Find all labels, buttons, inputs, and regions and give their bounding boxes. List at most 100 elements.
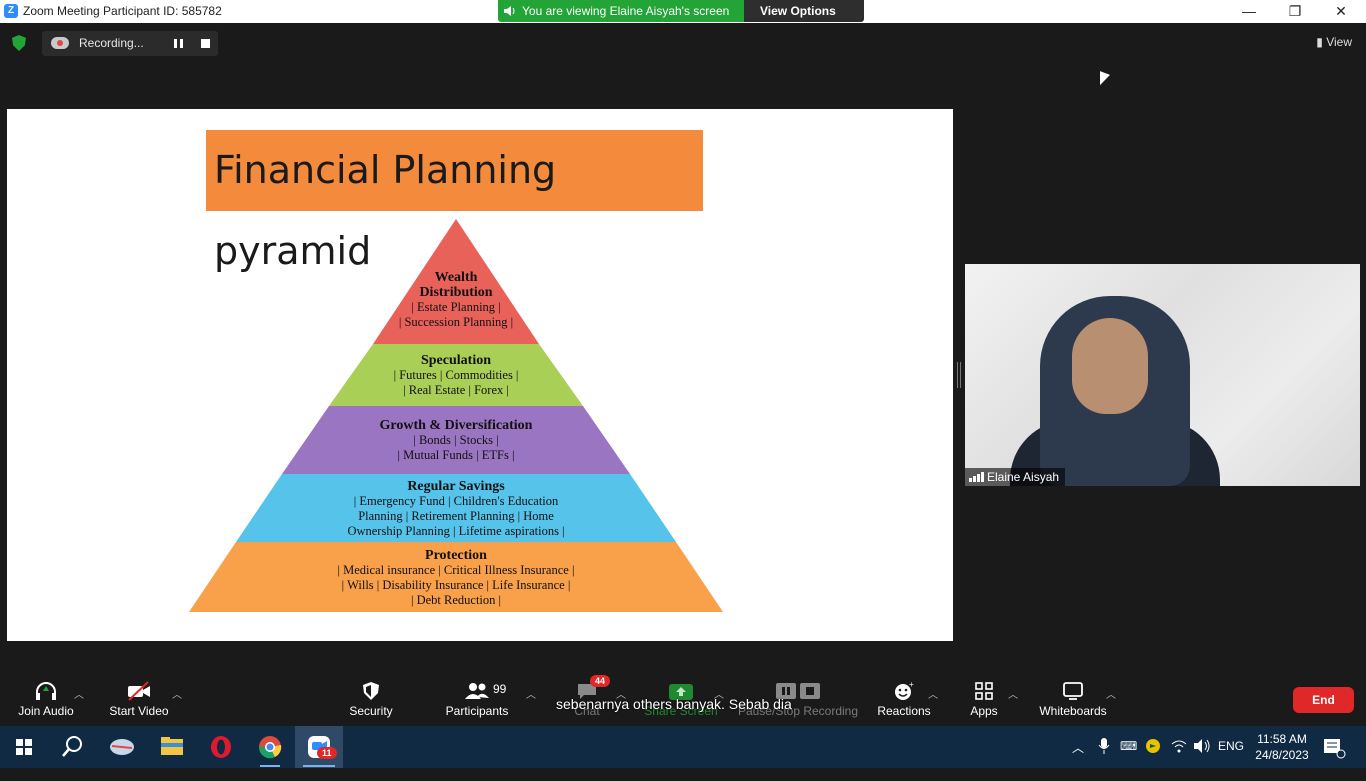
opera-browser-icon	[211, 736, 231, 758]
layer-line: Ownership Planning | Lifetime aspiration…	[347, 524, 565, 538]
panel-resize-handle[interactable]	[957, 362, 961, 388]
layer-speculation-text: Speculation | Futures | Commodities | | …	[189, 353, 723, 398]
clock[interactable]: 11:58 AM 24/8/2023	[1250, 731, 1314, 773]
participant-name-tag: Elaine Aisyah	[965, 468, 1066, 486]
security-button[interactable]: Security	[341, 672, 401, 726]
whiteboards-button[interactable]: Whiteboards	[1035, 672, 1111, 726]
stop-recording-button[interactable]	[201, 39, 210, 48]
folder-icon	[161, 737, 183, 755]
layer-growth-text: Growth & Diversification | Bonds | Stock…	[189, 418, 723, 463]
meeting-topbar: Recording... ▮ View	[0, 23, 1366, 63]
close-button[interactable]: ✕	[1318, 1, 1364, 21]
svg-text:+: +	[909, 681, 914, 689]
join-audio-label: Join Audio	[18, 704, 74, 718]
layer-line: | Succession Planning |	[398, 315, 514, 329]
windows-logo-icon	[16, 739, 32, 755]
recording-status: Recording...	[79, 36, 144, 50]
input-method-tray-icon[interactable]: ⌨	[1120, 739, 1137, 781]
apps-label: Apps	[970, 704, 998, 718]
windows-taskbar: 11 ︿ ⌨ ENG 11:58 AM 24/8/2023	[0, 726, 1366, 768]
view-label: View	[1326, 35, 1352, 49]
layer-line: | Estate Planning |	[411, 300, 501, 314]
language-indicator[interactable]: ENG	[1218, 739, 1244, 781]
viewing-text: You are viewing Elaine Aisyah's screen	[522, 4, 730, 18]
clock-date: 24/8/2023	[1255, 748, 1309, 762]
slide-title: Financial Planning pyramid	[206, 130, 703, 273]
clock-time: 11:58 AM	[1257, 732, 1307, 746]
layer-title: Growth & Diversification	[379, 418, 533, 433]
show-hidden-icons-button[interactable]: ︿	[1072, 739, 1084, 781]
security-label: Security	[349, 704, 393, 718]
pause-recording-button[interactable]	[174, 39, 183, 48]
zoom-logo-icon: Z	[4, 4, 18, 18]
taskbar-app-snip[interactable]	[98, 726, 146, 768]
layer-title: Wealth	[434, 270, 478, 285]
taskbar-chrome[interactable]	[246, 726, 294, 768]
reactions-button[interactable]: + Reactions	[873, 672, 935, 726]
layer-savings-text: Regular Savings | Emergency Fund | Child…	[189, 479, 723, 539]
signal-strength-icon	[969, 472, 984, 482]
layer-line: | Futures | Commodities |	[393, 368, 519, 382]
view-button[interactable]: ▮ View	[1316, 35, 1352, 49]
layer-title-2: Distribution	[419, 285, 493, 300]
apps-options-caret-icon[interactable]: ︿	[1008, 686, 1018, 701]
search-button[interactable]	[48, 726, 96, 768]
participant-name: Elaine Aisyah	[987, 470, 1060, 484]
video-off-icon	[128, 681, 150, 701]
microphone-tray-icon[interactable]	[1098, 738, 1110, 780]
view-options-label: View Options	[760, 4, 836, 18]
apps-grid-icon	[975, 682, 993, 700]
speaker-icon	[504, 6, 515, 16]
participants-options-caret-icon[interactable]: ︿	[526, 686, 536, 701]
security-shield-icon	[12, 35, 26, 51]
snip-tool-icon	[110, 739, 134, 755]
headphones-icon	[36, 682, 56, 700]
layer-line: | Real Estate | Forex |	[403, 383, 509, 397]
taskbar-opera[interactable]	[197, 726, 245, 768]
notification-center-button[interactable]	[1322, 737, 1346, 779]
layer-title: Regular Savings	[407, 479, 505, 494]
restore-button[interactable]: ❐	[1272, 1, 1318, 21]
start-video-button[interactable]: Start Video	[103, 672, 175, 726]
audio-options-caret-icon[interactable]: ︿	[74, 686, 84, 701]
cloud-recording-icon	[51, 37, 69, 49]
chrome-browser-icon	[258, 736, 282, 767]
video-options-caret-icon[interactable]: ︿	[172, 686, 182, 701]
update-status-tray-icon[interactable]	[1145, 738, 1161, 780]
layer-title: Protection	[425, 548, 487, 563]
taskbar-file-explorer[interactable]	[148, 726, 196, 768]
view-layout-icon: ▮	[1316, 35, 1323, 49]
layer-protection-text: Protection | Medical insurance | Critica…	[189, 548, 723, 608]
recording-indicator: Recording...	[42, 31, 218, 56]
reactions-label: Reactions	[877, 704, 931, 718]
layer-line: | Bonds | Stocks |	[413, 433, 499, 447]
join-audio-button[interactable]: Join Audio	[10, 672, 82, 726]
live-caption: sebenarnya others banyak. Sebab dia	[556, 696, 792, 712]
security-shield-outline-icon	[363, 682, 379, 700]
reactions-options-caret-icon[interactable]: ︿	[928, 686, 938, 701]
participants-count: 99	[493, 682, 507, 696]
screen-share-banner: You are viewing Elaine Aisyah's screen V…	[498, 0, 864, 22]
window-title: Zoom Meeting Participant ID: 585782	[23, 4, 222, 18]
participants-button[interactable]: Participants	[441, 672, 513, 726]
layer-line: | Wills | Disability Insurance | Life In…	[341, 578, 571, 592]
participants-label: Participants	[445, 704, 509, 718]
layer-line: | Mutual Funds | ETFs |	[397, 448, 515, 462]
search-icon	[62, 736, 82, 757]
volume-tray-icon[interactable]	[1193, 738, 1211, 780]
layer-line: | Debt Reduction |	[410, 593, 502, 607]
start-video-label: Start Video	[109, 704, 169, 718]
end-meeting-button[interactable]: End	[1293, 687, 1354, 713]
layer-line: | Medical insurance | Critical Illness I…	[337, 563, 575, 577]
whiteboard-icon	[1063, 682, 1083, 700]
start-button[interactable]	[0, 726, 48, 768]
whiteboards-label: Whiteboards	[1039, 704, 1107, 718]
chat-unread-badge: 44	[590, 675, 611, 687]
minimize-button[interactable]: —	[1226, 1, 1272, 21]
participants-icon	[465, 683, 489, 699]
whiteboards-options-caret-icon[interactable]: ︿	[1106, 686, 1116, 701]
view-options-button[interactable]: View Options ⌄	[744, 0, 864, 22]
wifi-tray-icon[interactable]	[1171, 739, 1187, 781]
shared-screen-slide: Financial Planning pyramid Wealth Distri…	[7, 109, 953, 641]
apps-button[interactable]: Apps	[961, 672, 1007, 726]
